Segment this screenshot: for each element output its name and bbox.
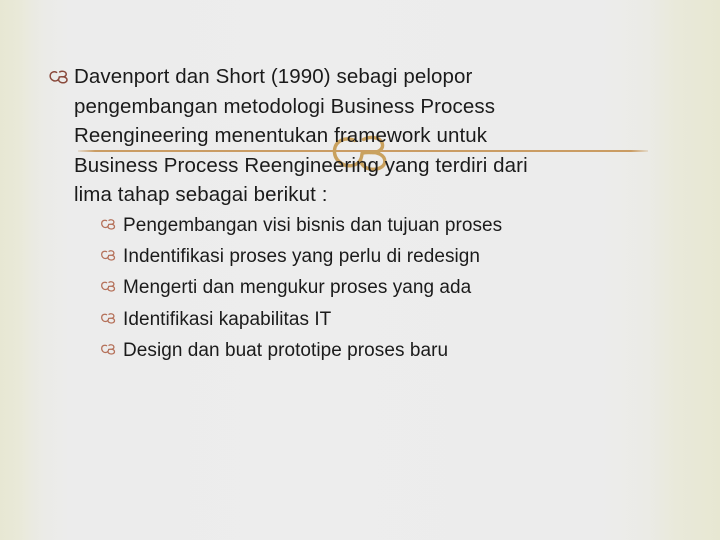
- flourish-cb-bullet-small-icon: [100, 272, 123, 292]
- list-item: Pengembangan visi bisnis dan tujuan pros…: [100, 210, 640, 241]
- paragraph-line-2: pengembangan metodologi Business Process: [74, 94, 496, 118]
- paragraph-line-3: Reengineering menentukan framework untuk: [74, 124, 488, 147]
- flourish-cb-bullet-small-icon: [100, 304, 123, 324]
- flourish-cb-bullet-small-icon: [100, 241, 123, 261]
- list-item: Indentifikasi proses yang perlu di redes…: [100, 241, 640, 272]
- main-bullet-paragraph: Davenport dan Short (1990) sebagi pelopo…: [48, 62, 662, 210]
- list-item: Design dan buat prototipe proses baru: [100, 335, 640, 366]
- list-item: Identifikasi kapabilitas IT: [100, 304, 640, 335]
- flourish-cb-bullet-small-icon: [100, 210, 123, 230]
- list-item-label: Identifikasi kapabilitas IT: [123, 308, 332, 330]
- paragraph-line-4: Business Process Reengineering yang terd…: [74, 153, 528, 177]
- paragraph-line-5: lima tahap sebagai berikut :: [74, 183, 328, 206]
- slide-canvas: Davenport dan Short (1990) sebagi pelopo…: [0, 0, 720, 540]
- sub-bullet-list: Pengembangan visi bisnis dan tujuan pros…: [100, 210, 640, 366]
- list-item: Mengerti dan mengukur proses yang ada: [100, 272, 640, 303]
- main-paragraph-text: Davenport dan Short (1990) sebagi pelopo…: [74, 62, 662, 210]
- list-item-label: Design dan buat prototipe proses baru: [123, 339, 449, 361]
- flourish-cb-bullet-icon: [48, 62, 74, 84]
- list-item-label: Pengembangan visi bisnis dan tujuan pros…: [123, 215, 503, 236]
- paragraph-line-1: Davenport dan Short (1990) sebagi pelopo…: [74, 65, 473, 88]
- flourish-cb-bullet-small-icon: [100, 335, 123, 355]
- list-item-label: Mengerti dan mengukur proses yang ada: [123, 277, 472, 299]
- list-item-label: Indentifikasi proses yang perlu di redes…: [123, 246, 481, 268]
